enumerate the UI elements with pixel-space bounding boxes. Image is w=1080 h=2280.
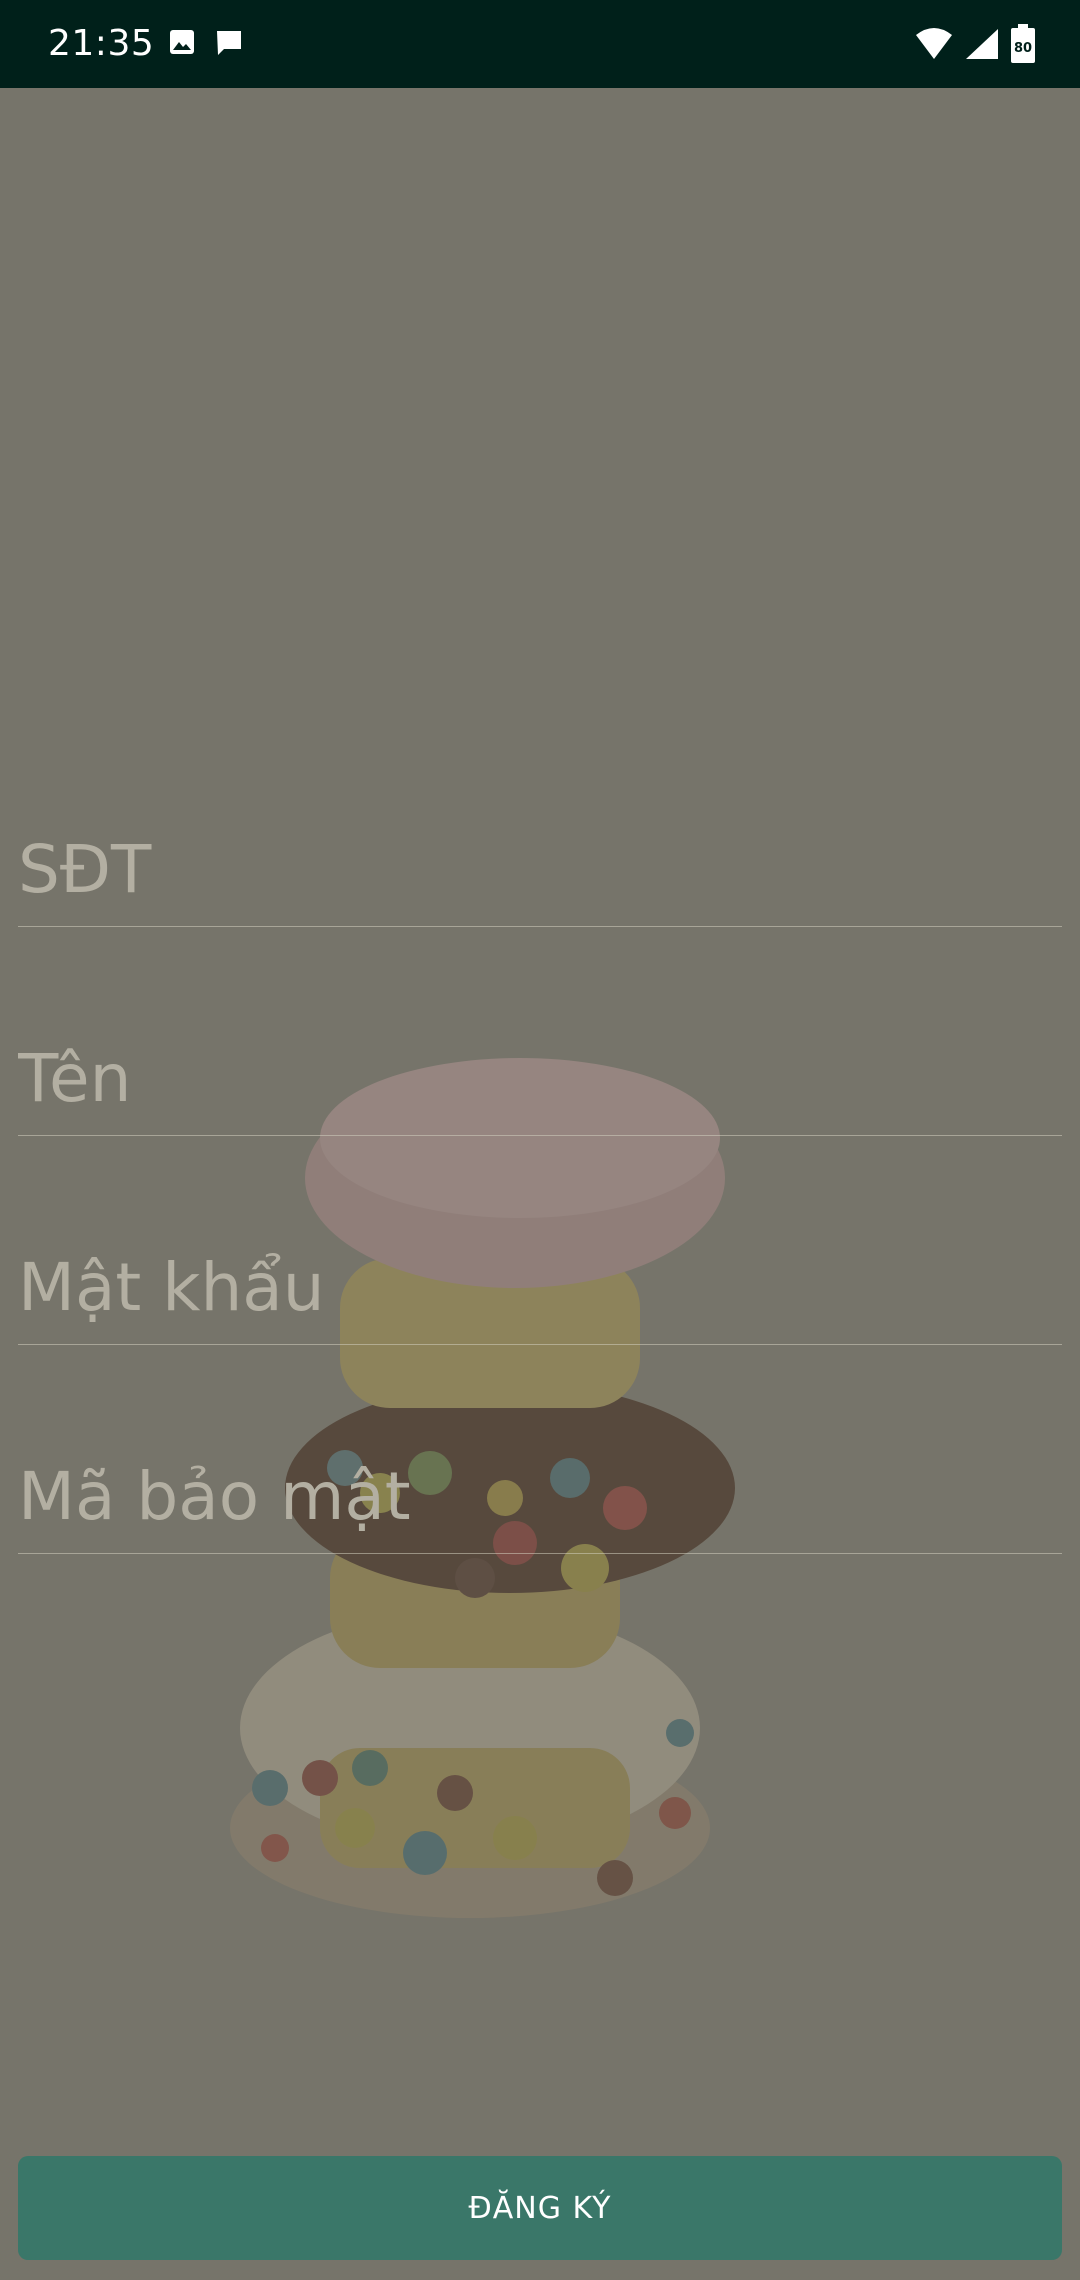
status-bar: 21:35 80 bbox=[0, 0, 1080, 88]
message-icon bbox=[214, 28, 244, 62]
system-icons: 80 bbox=[914, 24, 1036, 68]
password-field bbox=[18, 1244, 1062, 1345]
svg-text:80: 80 bbox=[1014, 41, 1032, 56]
status-time: 21:35 bbox=[48, 23, 155, 64]
name-field bbox=[18, 1035, 1062, 1136]
battery-icon: 80 bbox=[1010, 24, 1036, 68]
image-icon bbox=[168, 28, 196, 62]
security-code-field bbox=[18, 1453, 1062, 1554]
name-input[interactable] bbox=[18, 1040, 1062, 1117]
register-screen: 21:35 80 SĐT Tên Mã bảo mật ĐĂNG KÝ bbox=[0, 0, 1080, 2280]
password-input[interactable] bbox=[18, 1249, 1062, 1326]
dim-overlay bbox=[0, 88, 1080, 2280]
register-button[interactable]: ĐĂNG KÝ bbox=[18, 2156, 1062, 2260]
signal-icon bbox=[964, 27, 1000, 65]
wifi-icon bbox=[914, 27, 954, 65]
phone-input[interactable] bbox=[18, 831, 1062, 908]
security-code-input[interactable] bbox=[18, 1458, 1062, 1535]
phone-field bbox=[18, 826, 1062, 927]
notification-icons bbox=[168, 28, 244, 62]
